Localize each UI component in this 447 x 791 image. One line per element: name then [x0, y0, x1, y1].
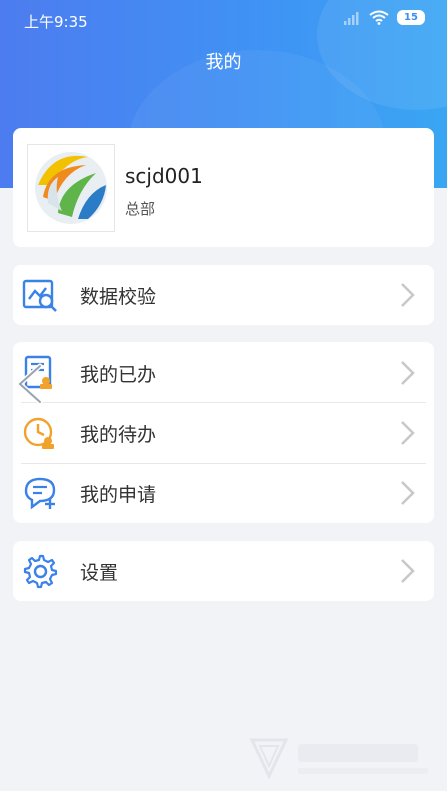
menu-item-label: 数据校验: [80, 286, 157, 308]
status-time: 上午9:35: [24, 13, 88, 31]
menu-group-2: 我的已办 我的待办 我的申请: [13, 342, 434, 523]
menu-item-label: 设置: [80, 562, 119, 584]
signal-icon: [344, 11, 359, 25]
profile-card[interactable]: scjd001 总部: [13, 128, 434, 247]
chevron-right-icon: [401, 361, 415, 385]
pending-clock-icon: [23, 417, 54, 449]
chevron-right-icon: [401, 421, 415, 445]
chevron-right-icon: [401, 559, 415, 583]
battery-icon: 15: [397, 10, 425, 25]
page-title: 我的: [205, 52, 242, 73]
menu-item-label: 我的申请: [80, 484, 157, 506]
watermark-logo-icon: [249, 738, 428, 780]
menu-item-data-check[interactable]: 数据校验: [13, 265, 434, 325]
menu-item-apply[interactable]: 我的申请: [13, 463, 434, 523]
globe-logo-icon: [35, 152, 107, 224]
menu-item-label: 我的已办: [80, 364, 157, 386]
apply-chat-icon: [24, 477, 56, 510]
avatar: [27, 144, 115, 232]
status-bar: 上午9:35 15: [0, 0, 447, 38]
back-gesture-arrow-icon[interactable]: [14, 362, 46, 406]
gear-icon: [23, 554, 58, 589]
wifi-icon: [369, 10, 389, 25]
menu-item-pending[interactable]: 我的待办: [13, 403, 434, 463]
menu-group-1: 数据校验: [13, 265, 434, 325]
chevron-right-icon: [401, 481, 415, 505]
menu-item-done[interactable]: 我的已办: [13, 343, 434, 403]
organization: 总部: [125, 200, 156, 218]
menu-item-label: 我的待办: [80, 424, 157, 446]
chart-search-icon: [22, 279, 57, 312]
username: scjd001: [125, 164, 203, 188]
menu-item-settings[interactable]: 设置: [13, 541, 434, 601]
chevron-right-icon: [401, 283, 415, 307]
menu-group-3: 设置: [13, 541, 434, 601]
